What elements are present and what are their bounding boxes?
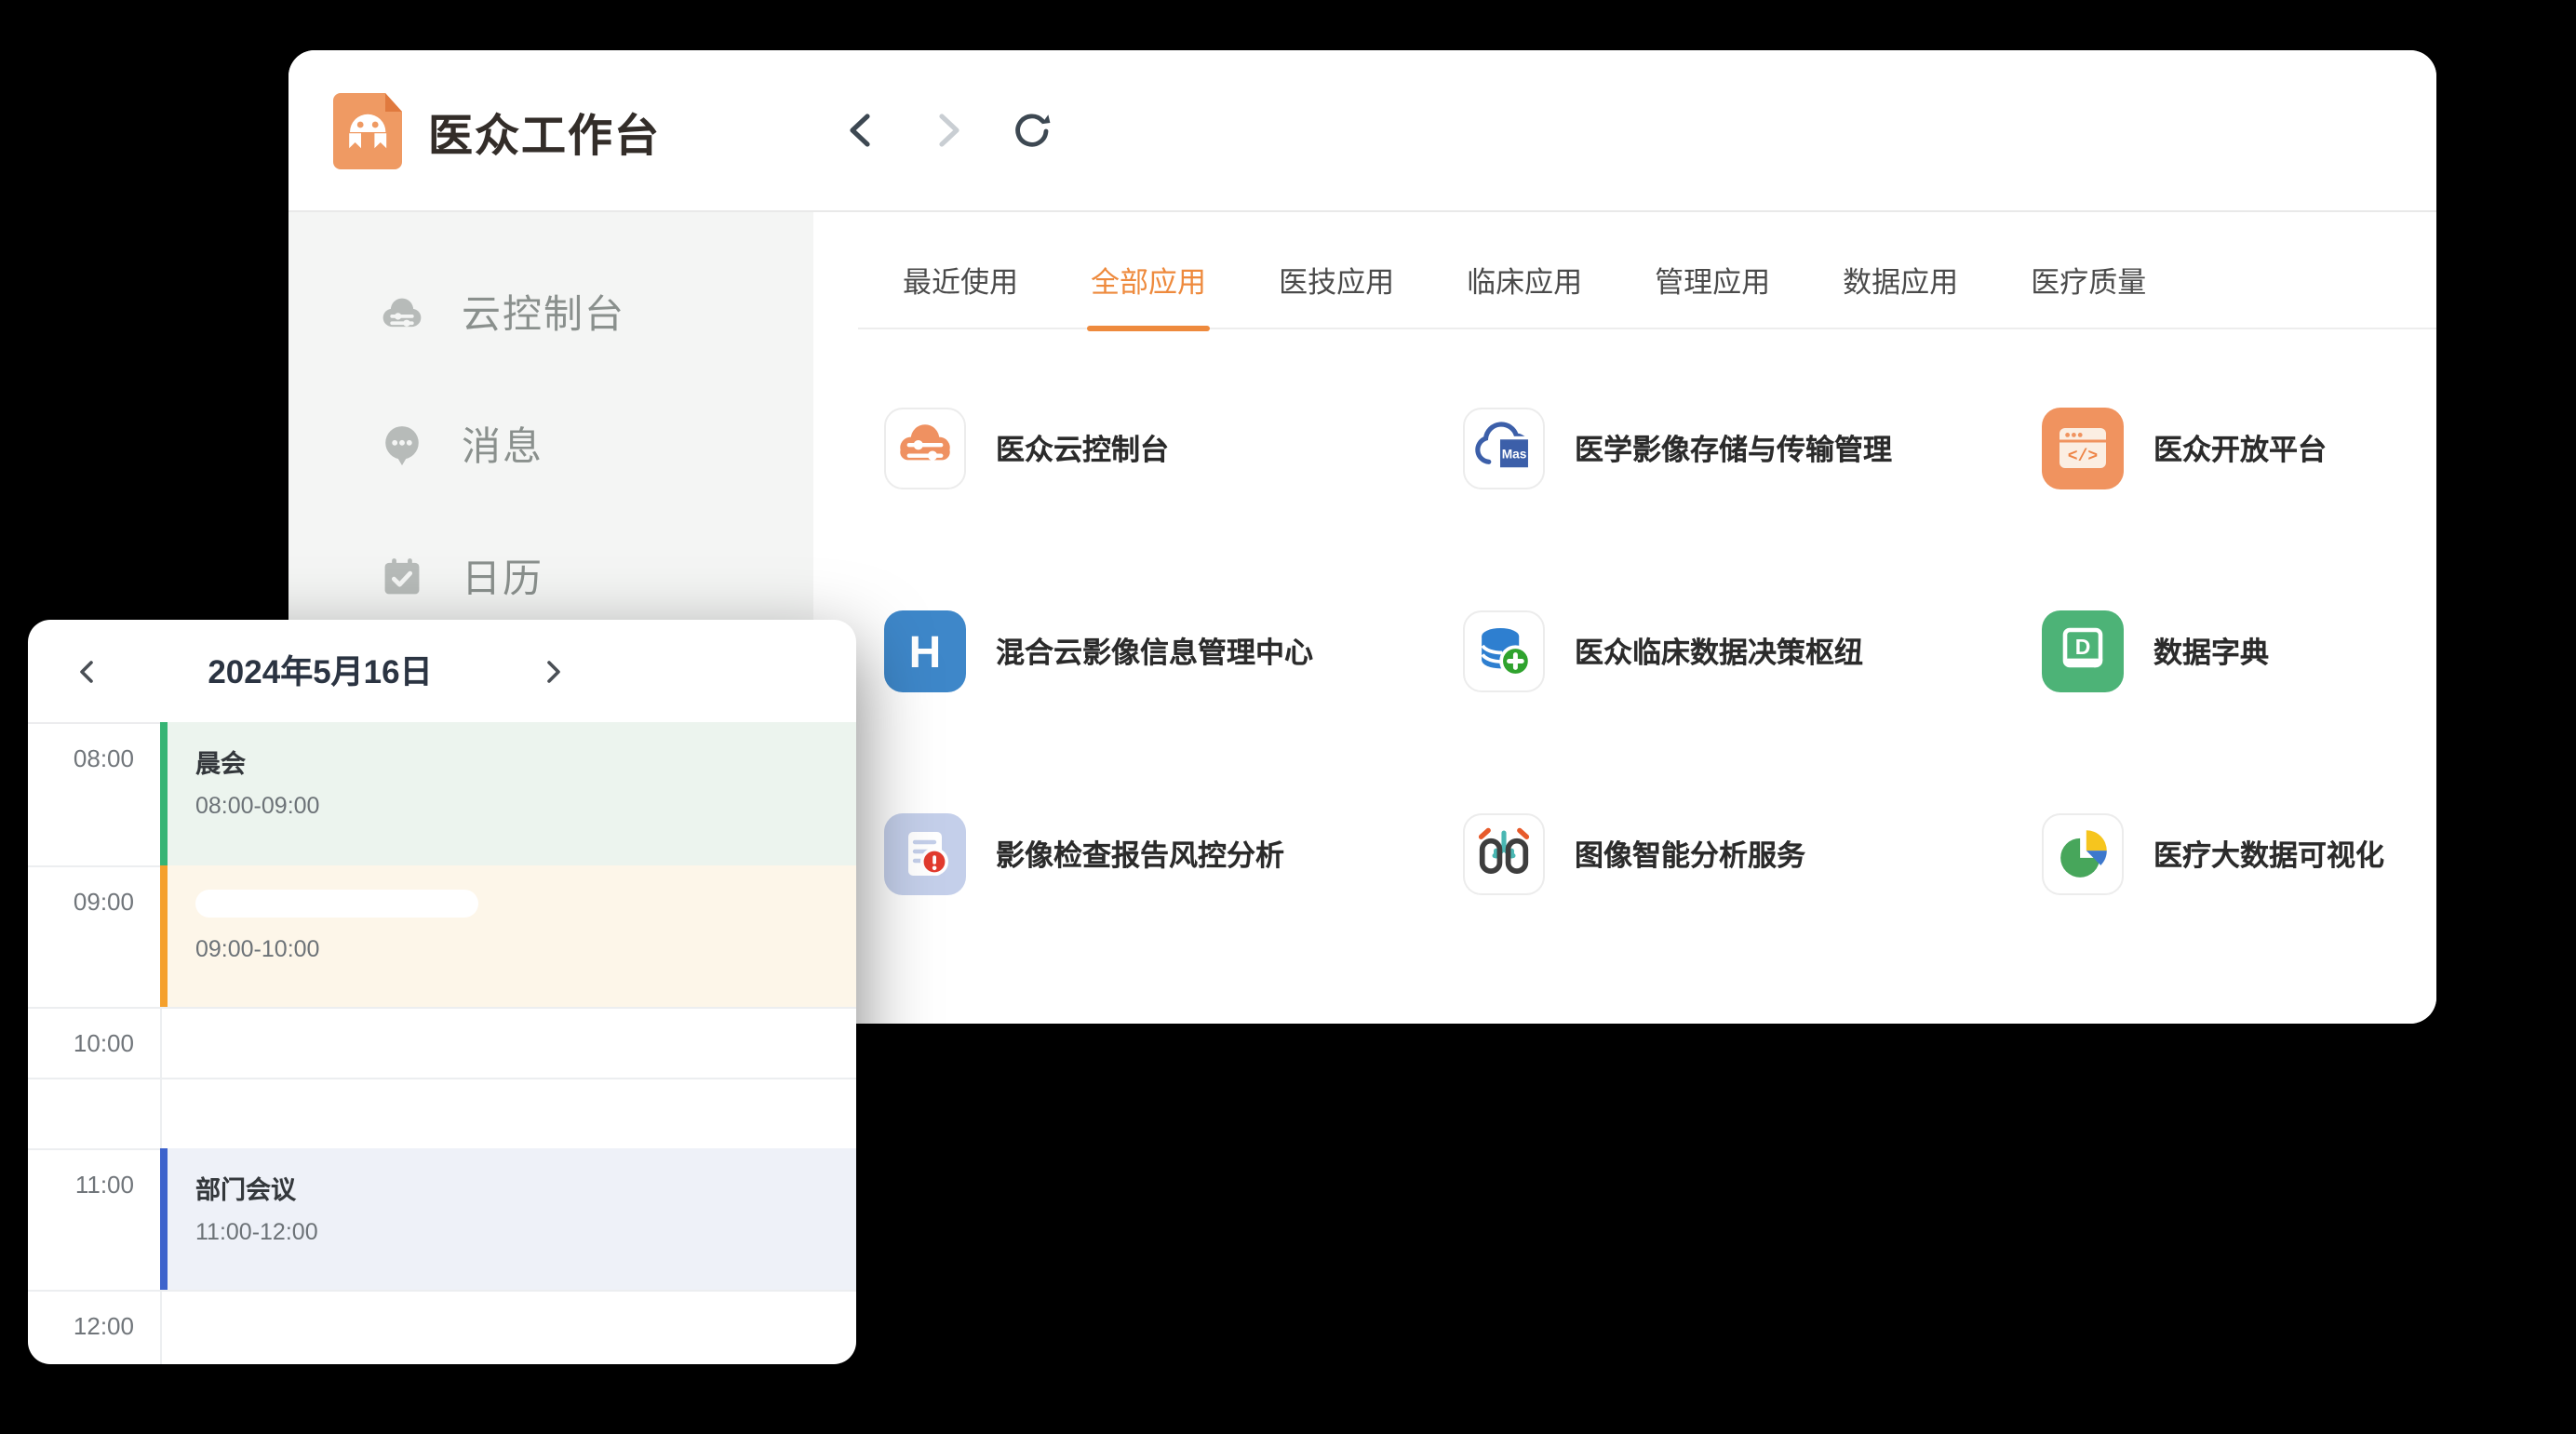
time-slot[interactable]: 晨会 08:00-09:00 xyxy=(160,724,856,865)
back-button[interactable] xyxy=(839,109,882,152)
app-logo-icon xyxy=(333,92,402,168)
forward-button[interactable] xyxy=(925,109,968,152)
app-grid: 医众云控制台 Mas 医学影像存储与传输管理 xyxy=(813,329,2436,895)
cloud-console-icon xyxy=(378,288,426,337)
time-label: 12:00 xyxy=(28,1292,160,1364)
tab-data-apps[interactable]: 数据应用 xyxy=(1843,261,1958,302)
app-label: 混合云影像信息管理中心 xyxy=(996,631,1313,672)
app-label: 数据字典 xyxy=(2153,631,2269,672)
tab-medtech-apps[interactable]: 医技应用 xyxy=(1279,261,1394,302)
calendar-header: 2024年5月16日 xyxy=(28,620,856,724)
time-slot[interactable] xyxy=(160,1292,856,1364)
window-header: 医众工作台 xyxy=(288,50,2436,212)
app-label: 图像智能分析服务 xyxy=(1575,834,1805,875)
calendar-next-day-button[interactable] xyxy=(530,649,575,693)
page-title: 医众工作台 xyxy=(428,98,661,163)
event-title: 晨会 xyxy=(195,743,856,780)
app-imaging-storage-transfer[interactable]: Mas 医学影像存储与传输管理 xyxy=(1463,408,2042,489)
svg-text:H: H xyxy=(909,628,942,677)
calendar-hour-row: 08:00 晨会 08:00-09:00 xyxy=(28,724,856,865)
app-image-ai-analysis[interactable]: 图像智能分析服务 xyxy=(1463,813,2042,895)
dictionary-icon: D xyxy=(2042,610,2124,692)
tab-recently-used[interactable]: 最近使用 xyxy=(903,261,1018,302)
time-label: 09:00 xyxy=(28,867,160,1007)
app-label: 医众临床数据决策枢纽 xyxy=(1575,631,1863,672)
chevron-left-icon xyxy=(842,110,879,151)
event-time: 08:00-09:00 xyxy=(195,793,856,819)
tab-medical-quality[interactable]: 医疗质量 xyxy=(2031,261,2146,302)
time-label: 11:00 xyxy=(28,1150,160,1290)
chevron-right-icon xyxy=(928,110,965,151)
svg-text:D: D xyxy=(2075,635,2091,659)
screen: 医众工作台 xyxy=(0,0,2576,1434)
message-icon xyxy=(378,421,426,469)
app-label: 医学影像存储与传输管理 xyxy=(1575,428,1892,469)
sidebar-item-label: 消息 xyxy=(462,417,543,473)
event-title: 部门会议 xyxy=(195,1169,856,1206)
app-label: 医众云控制台 xyxy=(996,428,1169,469)
calendar-prev-day-button[interactable] xyxy=(65,649,110,693)
calendar-half-hour-row xyxy=(28,1078,856,1148)
calendar-day-view: 08:00 晨会 08:00-09:00 09:00 09:00-10:00 xyxy=(28,724,856,1364)
app-label: 影像检查报告风控分析 xyxy=(996,834,1284,875)
app-label: 医疗大数据可视化 xyxy=(2153,834,2384,875)
refresh-button[interactable] xyxy=(1011,109,1053,152)
svg-text:Mas: Mas xyxy=(1502,448,1527,462)
tab-bar: 最近使用 全部应用 医技应用 临床应用 管理应用 数据应用 医疗质量 xyxy=(858,212,2436,329)
report-risk-icon xyxy=(884,813,966,895)
sidebar-item-cloud-console[interactable]: 云控制台 xyxy=(288,272,813,354)
calendar-event-redacted[interactable]: 09:00-10:00 xyxy=(160,865,856,1007)
event-time: 09:00-10:00 xyxy=(195,936,856,962)
time-slot[interactable]: 09:00-10:00 xyxy=(160,867,856,1007)
time-label xyxy=(28,1079,160,1148)
time-label: 10:00 xyxy=(28,1009,160,1078)
app-open-platform[interactable]: </> 医众开放平台 xyxy=(2042,408,2436,489)
calendar-icon xyxy=(378,553,426,601)
calendar-hour-row: 12:00 xyxy=(28,1290,856,1364)
time-label: 08:00 xyxy=(28,724,160,865)
calendar-hour-row: 11:00 部门会议 11:00-12:00 xyxy=(28,1148,856,1290)
calendar-hour-row: 09:00 09:00-10:00 xyxy=(28,865,856,1007)
event-time: 11:00-12:00 xyxy=(195,1219,856,1245)
chevron-right-icon xyxy=(538,656,568,686)
app-big-data-visualization[interactable]: 医疗大数据可视化 xyxy=(2042,813,2436,895)
nav-controls xyxy=(839,50,1053,210)
app-hybrid-cloud-imaging[interactable]: H 混合云影像信息管理中心 xyxy=(884,610,1463,692)
app-data-dictionary[interactable]: D 数据字典 xyxy=(2042,610,2436,692)
sidebar-item-label: 云控制台 xyxy=(462,285,625,341)
app-label: 医众开放平台 xyxy=(2153,428,2327,469)
cloud-sliders-icon xyxy=(884,408,966,489)
tab-all-apps[interactable]: 全部应用 xyxy=(1091,261,1206,302)
time-slot[interactable] xyxy=(160,1009,856,1078)
svg-text:</>: </> xyxy=(2068,448,2098,466)
time-slot[interactable] xyxy=(160,1079,856,1148)
sidebar-item-messages[interactable]: 消息 xyxy=(288,404,813,486)
h-letter-icon: H xyxy=(884,610,966,692)
sidebar-item-calendar[interactable]: 日历 xyxy=(288,536,813,618)
calendar-date-title: 2024年5月16日 xyxy=(110,648,530,694)
app-report-risk-analysis[interactable]: 影像检查报告风控分析 xyxy=(884,813,1463,895)
tab-management-apps[interactable]: 管理应用 xyxy=(1655,261,1770,302)
database-plus-icon xyxy=(1463,610,1545,692)
chevron-left-icon xyxy=(73,656,102,686)
cloud-mas-icon: Mas xyxy=(1463,408,1545,489)
main-content: 最近使用 全部应用 医技应用 临床应用 管理应用 数据应用 医疗质量 xyxy=(813,212,2436,1024)
lungs-icon xyxy=(1463,813,1545,895)
redacted-title-pill xyxy=(195,890,478,918)
app-cloud-console[interactable]: 医众云控制台 xyxy=(884,408,1463,489)
tab-clinical-apps[interactable]: 临床应用 xyxy=(1467,261,1582,302)
refresh-icon xyxy=(1011,109,1053,152)
calendar-popup: 2024年5月16日 08:00 晨会 08:00-09:00 xyxy=(28,620,856,1364)
open-platform-icon: </> xyxy=(2042,408,2124,489)
calendar-event-morning-meeting[interactable]: 晨会 08:00-09:00 xyxy=(160,722,856,865)
app-clinical-data-hub[interactable]: 医众临床数据决策枢纽 xyxy=(1463,610,2042,692)
time-slot[interactable]: 部门会议 11:00-12:00 xyxy=(160,1150,856,1290)
sidebar-item-label: 日历 xyxy=(462,549,543,605)
calendar-event-department-meeting[interactable]: 部门会议 11:00-12:00 xyxy=(160,1148,856,1290)
calendar-half-hour-row: 10:00 xyxy=(28,1007,856,1078)
pie-chart-icon xyxy=(2042,813,2124,895)
